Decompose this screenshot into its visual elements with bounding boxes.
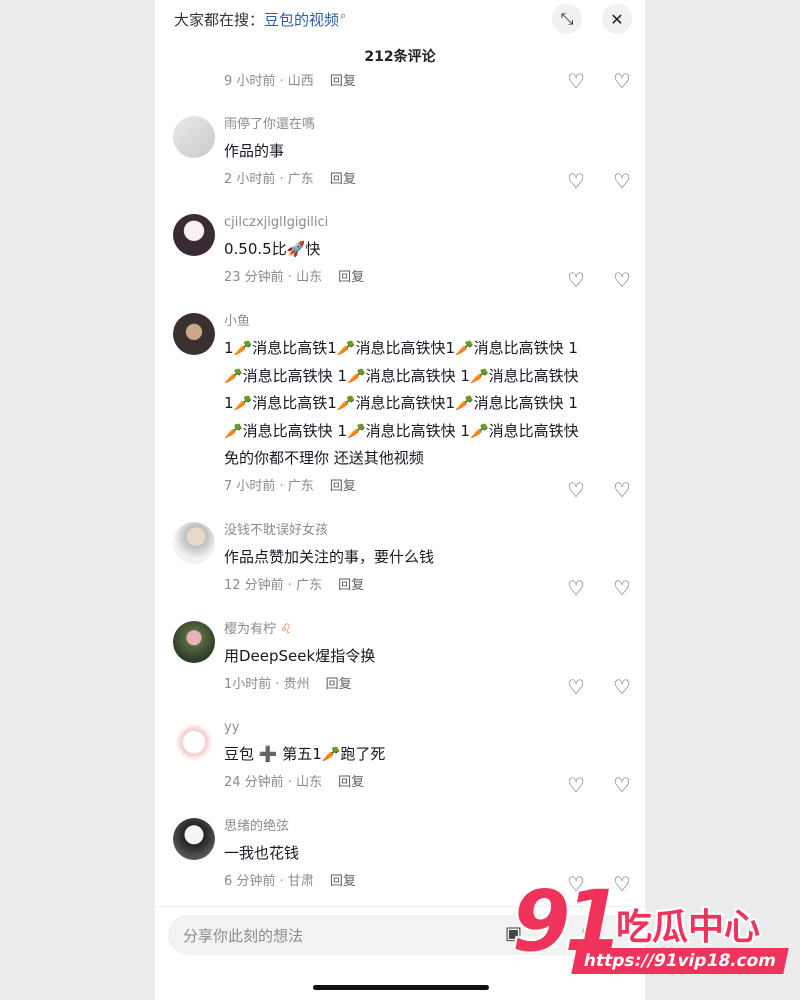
- heart-icon[interactable]: ♡: [553, 268, 599, 292]
- watermark: 91 吃瓜中心 https://91vip18.com: [512, 876, 789, 986]
- comment-time: 7 小时前 · 广东: [224, 478, 314, 494]
- comment-username[interactable]: 小鱼: [224, 313, 624, 331]
- search-keyword[interactable]: 豆包的视频: [264, 11, 339, 29]
- avatar[interactable]: [173, 522, 215, 564]
- comment-username-row: 樱为有柠 ♌: [224, 621, 624, 639]
- comment-time: 23 分钟前 · 山东: [224, 269, 323, 285]
- comment-text: 1🥕消息比高铁1🥕消息比高铁快1🥕消息比高铁快 1 🥕消息比高铁快 1🥕消息比高…: [224, 339, 579, 467]
- broken-heart-icon[interactable]: ♡: [599, 773, 645, 797]
- heart-icon[interactable]: ♡: [553, 773, 599, 797]
- comment-time: 9 小时前 · 山西: [224, 74, 314, 89]
- minimize-button[interactable]: ⤡: [552, 4, 582, 34]
- search-prefix: 大家都在搜：: [174, 11, 265, 29]
- heart-icon[interactable]: ♡: [553, 576, 599, 600]
- comment-actions: ♡ ♡: [553, 169, 645, 193]
- comment-text: 一我也花钱: [224, 844, 300, 862]
- reply-button[interactable]: 回复: [330, 874, 356, 889]
- avatar[interactable]: [173, 719, 215, 761]
- close-icon: ✕: [610, 9, 624, 29]
- heart-icon[interactable]: ♡: [553, 169, 599, 193]
- comment-text: 用DeepSeek煋指令换: [224, 647, 376, 665]
- search-icon: ⌕: [340, 9, 347, 22]
- comment-text: 0.50.5比🚀快: [224, 240, 321, 258]
- minimize-icon: ⤡: [560, 9, 574, 28]
- comment-username[interactable]: 雨停了你還在嗎: [224, 116, 624, 134]
- home-indicator: [313, 985, 489, 990]
- avatar[interactable]: [173, 818, 215, 860]
- close-button[interactable]: ✕: [602, 4, 632, 34]
- comment-text: 作品的事: [224, 142, 285, 160]
- broken-heart-icon[interactable]: ♡: [599, 268, 645, 292]
- comment-panel: 大家都在搜：豆包的视频⌕ ⤡ ✕ 212条评论 9 小时前 · 山西 回复 ♡ ♡…: [155, 0, 645, 1000]
- reply-button[interactable]: 回复: [330, 74, 356, 89]
- comment-text: 作品点赞加关注的事，要什么钱: [224, 548, 435, 566]
- comment-username[interactable]: yy: [224, 719, 624, 737]
- comment-time: 6 分钟前 · 甘肃: [224, 873, 314, 889]
- comment-actions: ♡ ♡: [553, 478, 645, 502]
- avatar[interactable]: [173, 313, 215, 355]
- heart-icon[interactable]: ♡: [553, 478, 599, 502]
- comment-time: 1小时前 · 贵州: [224, 676, 310, 692]
- comment-username[interactable]: cjilczxjiglIgigilici: [224, 214, 624, 232]
- broken-heart-icon[interactable]: ♡: [599, 576, 645, 600]
- search-suggestion[interactable]: 大家都在搜：豆包的视频⌕: [174, 9, 346, 30]
- heart-icon[interactable]: ♡: [553, 69, 599, 90]
- reply-button[interactable]: 回复: [330, 479, 356, 494]
- zodiac-badge: ♌: [280, 622, 292, 637]
- watermark-url: https://91vip18.com: [571, 948, 789, 974]
- comment-time: 2 小时前 · 广东: [224, 171, 314, 187]
- comment-time: 12 分钟前 · 广东: [224, 577, 323, 593]
- reply-button[interactable]: 回复: [330, 172, 356, 187]
- watermark-name: 吃瓜中心: [616, 907, 761, 948]
- comment-list[interactable]: 9 小时前 · 山西 回复 ♡ ♡ 雨停了你還在嗎 作品的事 2 小时前 · 广东…: [155, 68, 645, 906]
- comment-username[interactable]: 没钱不耽误好女孩: [224, 522, 624, 540]
- comment-input-placeholder: 分享你此刻的想法: [183, 927, 304, 945]
- broken-heart-icon[interactable]: ♡: [599, 675, 645, 699]
- avatar[interactable]: [173, 214, 215, 256]
- avatar[interactable]: [173, 621, 215, 663]
- comment-item-partial: 9 小时前 · 山西 回复 ♡ ♡: [155, 68, 645, 90]
- broken-heart-icon[interactable]: ♡: [599, 478, 645, 502]
- comment-actions: ♡ ♡: [553, 675, 645, 699]
- broken-heart-icon[interactable]: ♡: [599, 69, 645, 90]
- comment-actions: ♡ ♡: [553, 268, 645, 292]
- comment-meta: 9 小时前 · 山西 回复: [224, 73, 356, 90]
- comment-time: 24 分钟前 · 山东: [224, 774, 323, 790]
- heart-icon[interactable]: ♡: [553, 675, 599, 699]
- broken-heart-icon[interactable]: ♡: [599, 169, 645, 193]
- reply-button[interactable]: 回复: [338, 578, 364, 593]
- comment-username[interactable]: 思绪的绝弦: [224, 818, 624, 836]
- reply-button[interactable]: 回复: [326, 677, 352, 692]
- reply-button[interactable]: 回复: [338, 775, 364, 790]
- comment-actions: ♡ ♡: [553, 69, 645, 90]
- comment-actions: ♡ ♡: [553, 773, 645, 797]
- comment-username[interactable]: 樱为有柠: [224, 622, 276, 637]
- avatar[interactable]: [173, 116, 215, 158]
- comment-item: 小鱼 1🥕消息比高铁1🥕消息比高铁快1🥕消息比高铁快 1 🥕消息比高铁快 1🥕消…: [155, 313, 645, 503]
- comment-body: 小鱼 1🥕消息比高铁1🥕消息比高铁快1🥕消息比高铁快 1 🥕消息比高铁快 1🥕消…: [224, 313, 624, 496]
- comment-text: 豆包 ➕ 第五1🥕跑了死: [224, 745, 386, 763]
- comment-count: 212条评论: [364, 49, 436, 65]
- comment-actions: ♡ ♡: [553, 576, 645, 600]
- top-bar: 大家都在搜：豆包的视频⌕ ⤡ ✕: [155, 0, 645, 40]
- reply-button[interactable]: 回复: [338, 270, 364, 285]
